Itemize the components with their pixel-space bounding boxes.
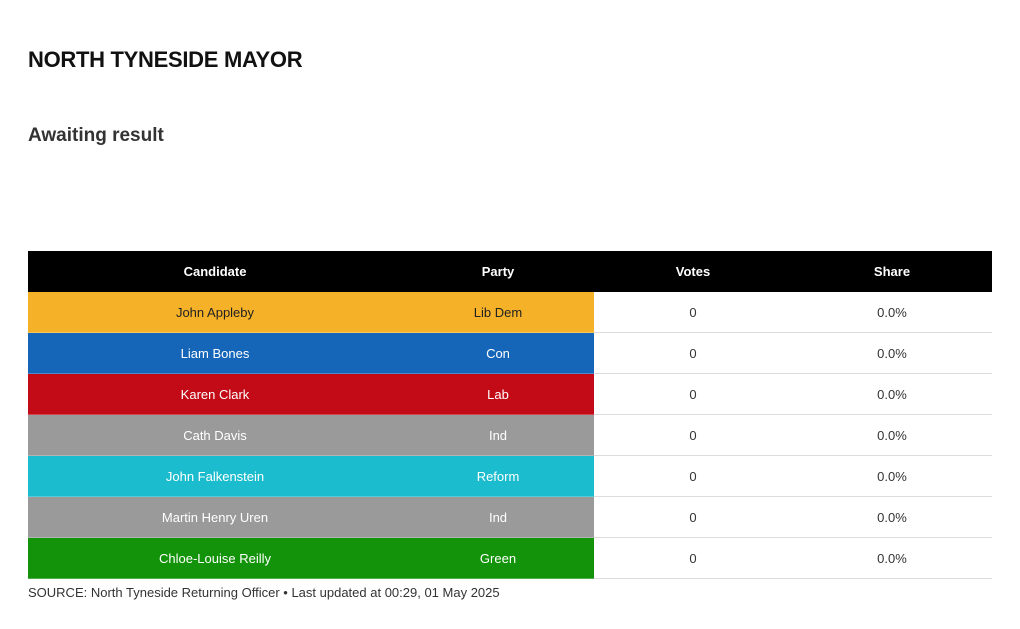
party-name: Ind xyxy=(402,496,594,538)
votes-value: 0 xyxy=(594,373,792,415)
candidate-name: Chloe-Louise Reilly xyxy=(28,537,402,579)
candidate-name: John Appleby xyxy=(28,292,402,333)
party-name: Reform xyxy=(402,455,594,497)
share-value: 0.0% xyxy=(792,332,992,374)
share-value: 0.0% xyxy=(792,496,992,538)
candidate-name: Cath Davis xyxy=(28,414,402,456)
votes-value: 0 xyxy=(594,292,792,333)
column-header-party: Party xyxy=(402,251,594,292)
column-header-share: Share xyxy=(792,251,992,292)
table-row: Liam Bones Con 0 0.0% xyxy=(28,332,992,374)
share-value: 0.0% xyxy=(792,373,992,415)
table-row: John Falkenstein Reform 0 0.0% xyxy=(28,455,992,497)
share-value: 0.0% xyxy=(792,455,992,497)
share-value: 0.0% xyxy=(792,537,992,579)
source-footnote: SOURCE: North Tyneside Returning Officer… xyxy=(28,585,500,600)
votes-value: 0 xyxy=(594,455,792,497)
party-name: Lab xyxy=(402,373,594,415)
candidate-name: Martin Henry Uren xyxy=(28,496,402,538)
party-name: Lib Dem xyxy=(402,292,594,333)
share-value: 0.0% xyxy=(792,414,992,456)
party-name: Con xyxy=(402,332,594,374)
result-status: Awaiting result xyxy=(28,125,164,146)
column-header-candidate: Candidate xyxy=(28,251,402,292)
results-table: Candidate Party Votes Share John Appleby… xyxy=(28,251,992,579)
table-row: Chloe-Louise Reilly Green 0 0.0% xyxy=(28,537,992,579)
candidate-name: Karen Clark xyxy=(28,373,402,415)
column-header-votes: Votes xyxy=(594,251,792,292)
votes-value: 0 xyxy=(594,537,792,579)
table-row: Karen Clark Lab 0 0.0% xyxy=(28,373,992,415)
table-row: Cath Davis Ind 0 0.0% xyxy=(28,414,992,456)
table-header-row: Candidate Party Votes Share xyxy=(28,251,992,292)
table-row: John Appleby Lib Dem 0 0.0% xyxy=(28,292,992,333)
share-value: 0.0% xyxy=(792,292,992,333)
party-name: Green xyxy=(402,537,594,579)
table-row: Martin Henry Uren Ind 0 0.0% xyxy=(28,496,992,538)
votes-value: 0 xyxy=(594,496,792,538)
candidate-name: John Falkenstein xyxy=(28,455,402,497)
page-title: NORTH TYNESIDE MAYOR xyxy=(28,47,303,72)
votes-value: 0 xyxy=(594,414,792,456)
votes-value: 0 xyxy=(594,332,792,374)
party-name: Ind xyxy=(402,414,594,456)
candidate-name: Liam Bones xyxy=(28,332,402,374)
